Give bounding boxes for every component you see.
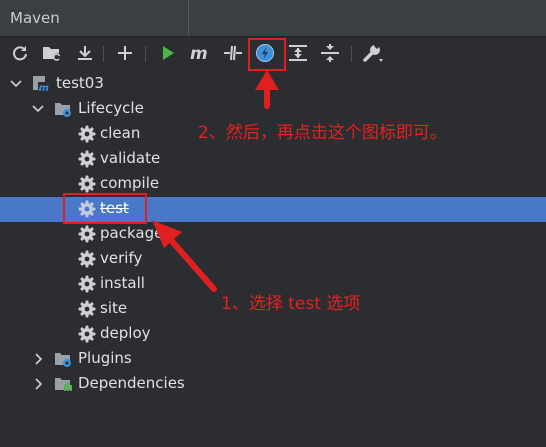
tree-label-goal: clean (100, 124, 141, 142)
gear-icon (78, 175, 96, 193)
tree-row-goal-deploy[interactable]: deploy (0, 322, 546, 347)
tree-label-goal: deploy (100, 324, 151, 342)
tree-row-goal-verify[interactable]: verify (0, 247, 546, 272)
annotation-step-1: 1、选择 test 选项 (221, 294, 361, 314)
annotation-box-test (63, 193, 147, 224)
gear-icon (78, 150, 96, 168)
chevron-right-icon[interactable] (31, 351, 45, 367)
maven-goal-icon[interactable]: m (189, 42, 211, 64)
maven-project-icon: m (33, 76, 49, 93)
lifecycle-folder-icon (55, 103, 71, 117)
tree-label-plugins: Plugins (78, 349, 132, 367)
toolbar-separator (145, 46, 146, 62)
plugins-folder-icon (55, 353, 71, 367)
svg-text:m: m (190, 44, 208, 62)
tree-label-project: test03 (56, 74, 104, 92)
tree-row-goal-package[interactable]: package (0, 222, 546, 247)
tree-label-dependencies: Dependencies (78, 374, 185, 392)
wrench-icon[interactable] (362, 42, 384, 64)
tree-label-goal: package (100, 224, 164, 242)
tree-row-goal-validate[interactable]: validate (0, 147, 546, 172)
tree-row-dependencies[interactable]: Dependencies (0, 372, 546, 397)
gear-icon (78, 250, 96, 268)
annotation-step-2: 2、然后，再点击这个图标即可。 (198, 123, 447, 143)
gear-icon (78, 125, 96, 143)
tree-label-goal: validate (100, 149, 161, 167)
tree-row-project[interactable]: m test03 (0, 72, 546, 97)
expand-all-icon[interactable] (287, 42, 309, 64)
chevron-right-icon[interactable] (31, 376, 45, 392)
tool-window-title: Maven (10, 9, 60, 27)
gear-icon (78, 300, 96, 318)
chevron-down-icon[interactable] (9, 76, 23, 92)
add-folder-reload-icon[interactable] (41, 42, 63, 64)
dependencies-folder-icon (55, 378, 72, 391)
tree-label-lifecycle: Lifecycle (78, 99, 144, 117)
annotation-box-skip-tests (248, 38, 286, 71)
toolbar-separator (351, 46, 352, 62)
toolbar-separator (103, 46, 104, 62)
gear-icon (78, 275, 96, 293)
tree-label-goal: compile (100, 174, 160, 192)
header-divider (188, 0, 189, 36)
collapse-all-icon[interactable] (319, 42, 341, 64)
gear-icon (78, 325, 96, 343)
tree-row-plugins[interactable]: Plugins (0, 347, 546, 372)
reload-icon[interactable] (9, 42, 31, 64)
run-icon[interactable] (157, 42, 179, 64)
tool-window-header: Maven (0, 0, 546, 37)
chevron-down-icon[interactable] (31, 101, 45, 117)
plus-icon[interactable] (114, 42, 136, 64)
tree-label-goal: site (100, 299, 128, 317)
gear-icon (78, 225, 96, 243)
tree-label-goal: verify (100, 249, 143, 267)
toggle-offline-icon[interactable] (222, 42, 244, 64)
download-icon[interactable] (74, 42, 96, 64)
tree-label-goal: install (100, 274, 145, 292)
svg-text:m: m (39, 83, 49, 93)
